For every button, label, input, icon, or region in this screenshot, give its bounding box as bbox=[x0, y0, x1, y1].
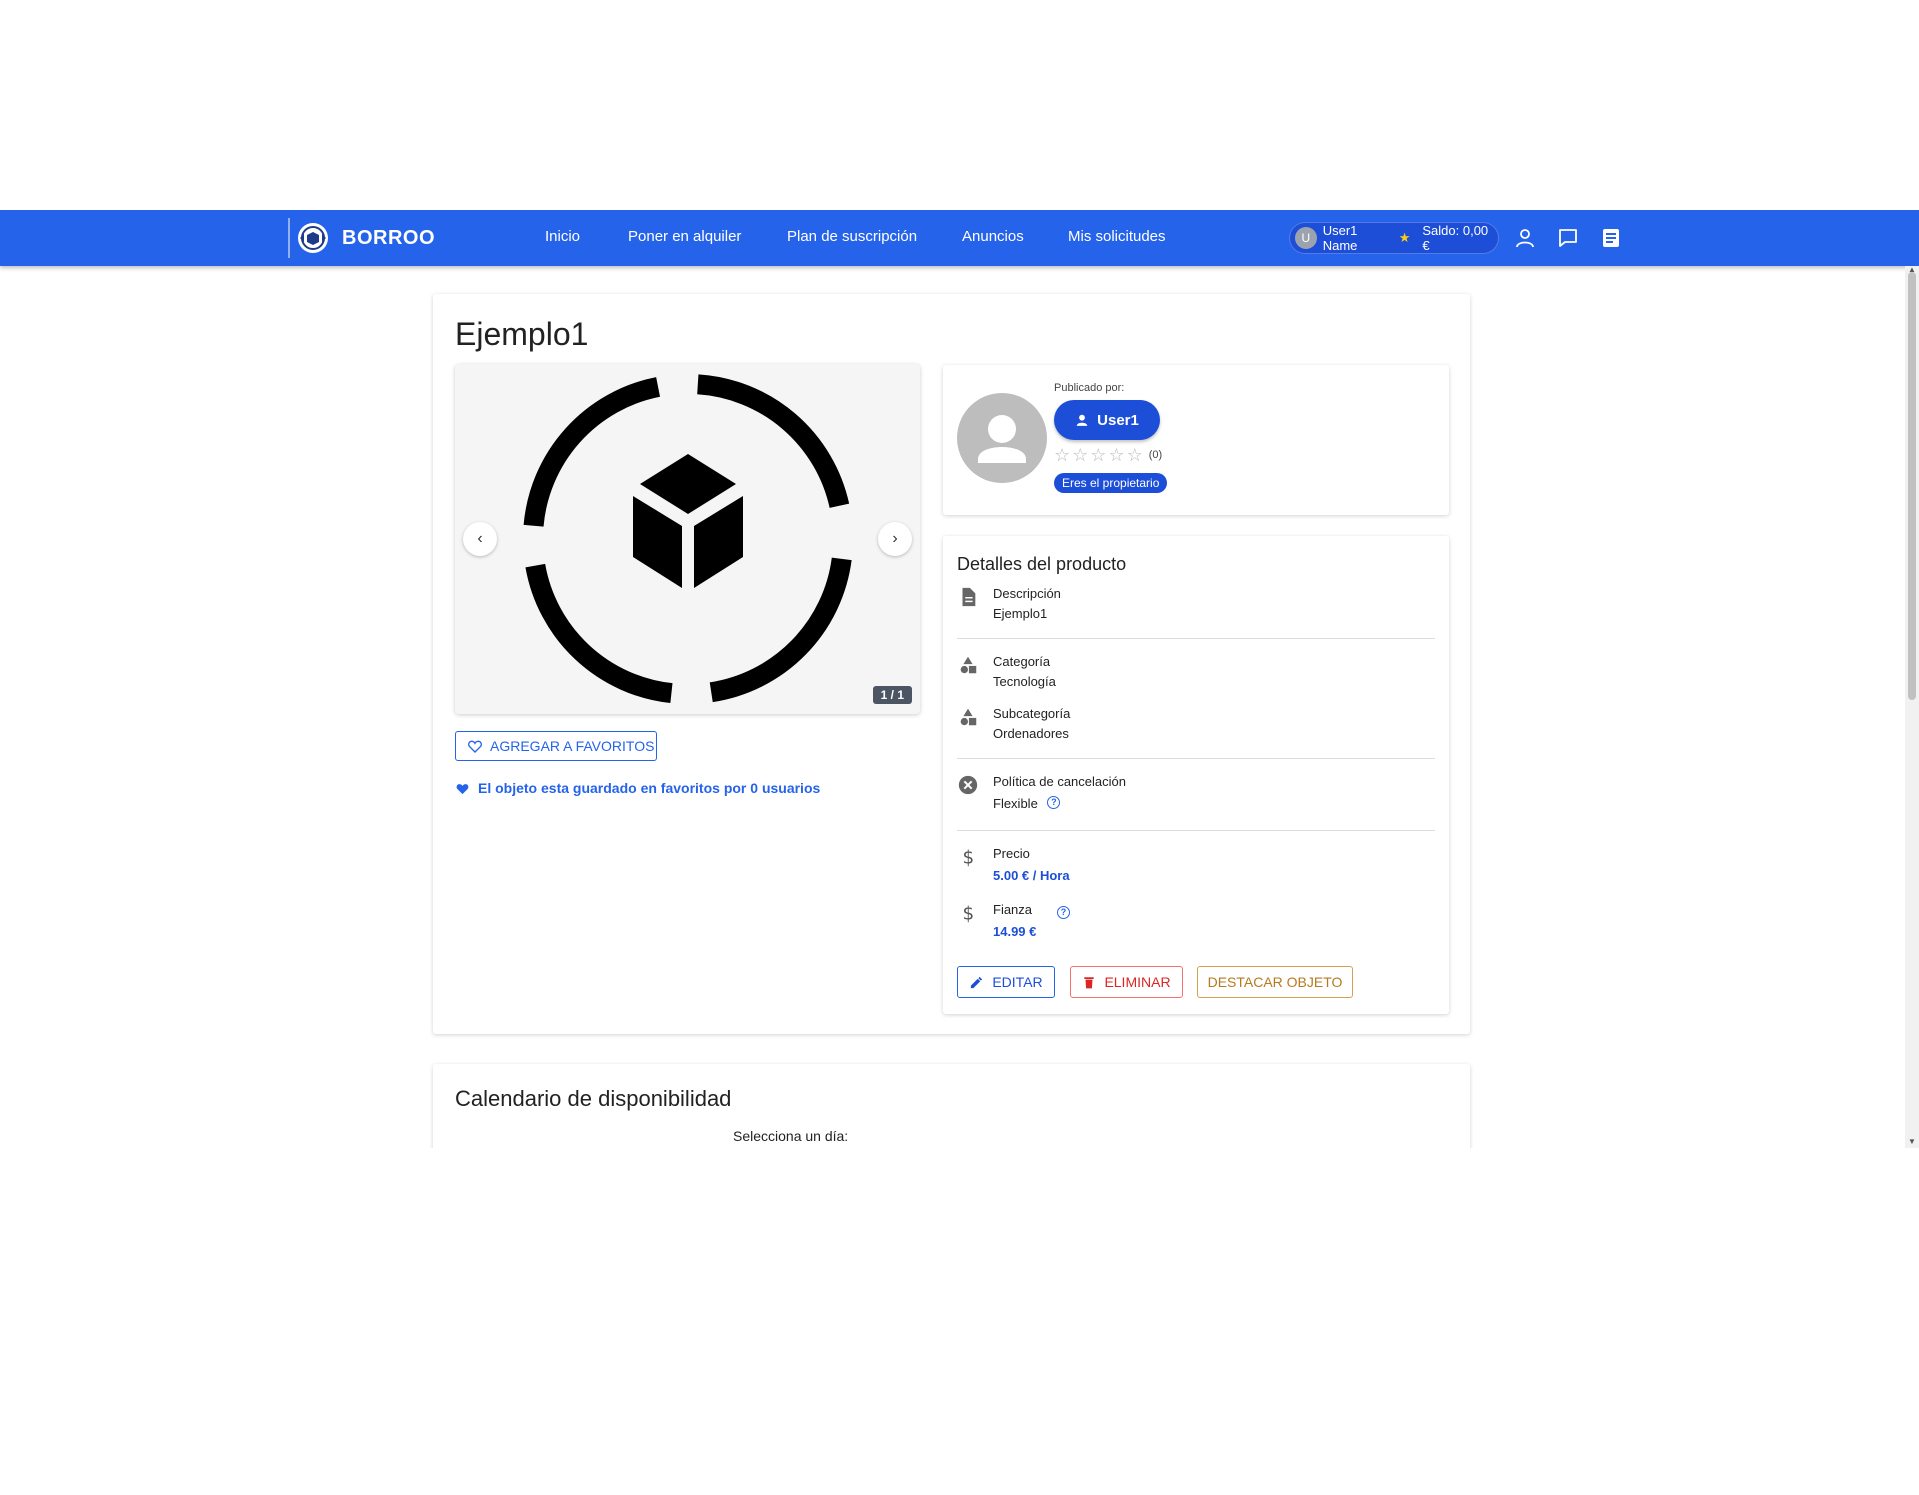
trash-icon bbox=[1084, 976, 1095, 988]
star-icon: ☆ bbox=[1108, 445, 1125, 465]
help-icon[interactable]: ? bbox=[1057, 906, 1070, 919]
user-balance-chip[interactable]: U User1 Name ★ Saldo: 0,00 € bbox=[1289, 222, 1499, 254]
nav-mis-solicitudes[interactable]: Mis solicitudes bbox=[1068, 228, 1166, 245]
product-placeholder-image bbox=[523, 374, 853, 704]
top-navbar: BORROO Inicio Poner en alquiler Plan de … bbox=[0, 210, 1919, 266]
owner-profile-button[interactable]: User1 bbox=[1054, 400, 1160, 440]
divider bbox=[957, 758, 1435, 759]
heart-filled-icon bbox=[456, 783, 469, 794]
feature-item-button[interactable]: DESTACAR OBJETO bbox=[1197, 966, 1353, 998]
user-name: User1 Name bbox=[1322, 223, 1358, 253]
nav-poner-en-alquiler[interactable]: Poner en alquiler bbox=[628, 228, 741, 245]
scroll-down-arrow-icon[interactable]: ▼ bbox=[1908, 1138, 1916, 1146]
star-icon: ☆ bbox=[1126, 445, 1143, 465]
favorite-count-note: El objeto esta guardado en favoritos por… bbox=[455, 780, 820, 796]
price-label: Precio bbox=[993, 846, 1030, 861]
subcategory-value: Ordenadores bbox=[993, 726, 1069, 741]
edit-label: EDITAR bbox=[992, 974, 1043, 990]
subcategory-label: Subcategoría bbox=[993, 706, 1071, 721]
deposit-value: 14.99 € bbox=[993, 924, 1037, 939]
nav-plan-suscripcion[interactable]: Plan de suscripción bbox=[787, 228, 917, 245]
add-favorite-label: AGREGAR A FAVORITOS bbox=[490, 738, 655, 754]
feature-item-label: DESTACAR OBJETO bbox=[1207, 974, 1343, 990]
next-image-button[interactable]: › bbox=[878, 522, 912, 556]
borroo-logo-icon bbox=[298, 223, 328, 253]
cancellation-label: Política de cancelación bbox=[993, 774, 1126, 789]
category-icon bbox=[960, 708, 977, 726]
owner-badge: Eres el propietario bbox=[1054, 473, 1168, 493]
premium-star-icon: ★ bbox=[1398, 230, 1411, 245]
document-icon[interactable] bbox=[1599, 226, 1623, 250]
category-label: Categoría bbox=[993, 654, 1051, 669]
divider bbox=[957, 830, 1435, 831]
star-icon: ☆ bbox=[1054, 445, 1071, 465]
owner-avatar bbox=[957, 393, 1047, 483]
image-counter: 1 / 1 bbox=[872, 686, 912, 704]
published-by-label: Publicado por: bbox=[1054, 382, 1125, 394]
star-icon: ☆ bbox=[1090, 445, 1107, 465]
product-details-card: Detalles del producto Descripción Ejempl… bbox=[943, 536, 1449, 1014]
cancel-circle-icon bbox=[958, 775, 978, 795]
price-row: $ Precio 5.00 € / Hora bbox=[957, 846, 1435, 890]
description-value: Ejemplo1 bbox=[993, 606, 1048, 621]
balance-text: Saldo: 0,00 € bbox=[1422, 223, 1489, 253]
description-row: Descripción Ejemplo1 bbox=[957, 586, 1435, 626]
scrollbar[interactable]: ▲ ▼ bbox=[1905, 266, 1919, 1148]
product-title: Ejemplo1 bbox=[455, 316, 589, 352]
brand-name: BORROO bbox=[342, 226, 435, 249]
nav-inicio[interactable]: Inicio bbox=[545, 228, 580, 245]
category-row: Categoría Tecnología bbox=[957, 654, 1435, 694]
subcategory-row: Subcategoría Ordenadores bbox=[957, 706, 1435, 746]
nav-anuncios[interactable]: Anuncios bbox=[962, 228, 1024, 245]
cancellation-value-wrap: Flexible ? bbox=[993, 796, 1061, 811]
delete-label: ELIMINAR bbox=[1104, 974, 1171, 990]
user-avatar: U bbox=[1295, 227, 1317, 249]
star-icon: ☆ bbox=[1072, 445, 1089, 465]
profile-icon[interactable] bbox=[1513, 226, 1537, 250]
help-icon[interactable]: ? bbox=[1047, 796, 1061, 809]
rating-count: (0) bbox=[1148, 449, 1163, 461]
dollar-icon: $ bbox=[963, 847, 975, 868]
svg-text:$: $ bbox=[963, 847, 975, 868]
heart-outline-icon bbox=[468, 740, 482, 753]
product-card: Ejemplo1 ‹ › 1 / 1 AGREGAR A FAVORITOS E… bbox=[433, 294, 1470, 1034]
description-label: Descripción bbox=[993, 586, 1061, 601]
price-value: 5.00 € / Hora bbox=[993, 868, 1070, 883]
calendar-title: Calendario de disponibilidad bbox=[455, 1086, 732, 1111]
document-icon bbox=[962, 587, 976, 607]
edit-button[interactable]: EDITAR bbox=[957, 966, 1055, 998]
prev-image-button[interactable]: ‹ bbox=[463, 522, 497, 556]
chat-icon[interactable] bbox=[1556, 226, 1580, 250]
select-day-label: Selecciona un día: bbox=[733, 1128, 849, 1144]
availability-calendar-card: Calendario de disponibilidad Selecciona … bbox=[433, 1064, 1470, 1148]
divider bbox=[957, 638, 1435, 639]
deposit-label: Fianza bbox=[993, 902, 1033, 917]
svg-text:$: $ bbox=[963, 903, 975, 924]
user-icon bbox=[1076, 414, 1088, 426]
details-title: Detalles del producto bbox=[957, 554, 1127, 574]
category-value: Tecnología bbox=[993, 674, 1056, 689]
category-icon bbox=[960, 656, 977, 674]
delete-button[interactable]: ELIMINAR bbox=[1070, 966, 1183, 998]
scrollbar-thumb[interactable] bbox=[1908, 272, 1916, 700]
owner-card: Publicado por: User1 ☆ ☆ ☆ ☆ ☆ (0) Eres … bbox=[943, 365, 1449, 515]
brand[interactable]: BORROO bbox=[288, 216, 435, 260]
favorite-count-text: El objeto esta guardado en favoritos por… bbox=[478, 780, 821, 796]
owner-username: User1 bbox=[1097, 411, 1139, 429]
browser-viewport: BORROO Inicio Poner en alquiler Plan de … bbox=[0, 210, 1919, 1148]
cancellation-value: Flexible bbox=[993, 796, 1038, 811]
image-gallery: ‹ › 1 / 1 bbox=[455, 364, 920, 714]
pencil-icon bbox=[971, 976, 983, 988]
add-favorite-button[interactable]: AGREGAR A FAVORITOS bbox=[455, 731, 657, 761]
person-icon bbox=[978, 415, 1026, 463]
deposit-row: $ Fianza ? 14.99 € bbox=[957, 902, 1435, 946]
cancellation-row: Política de cancelación Flexible ? bbox=[957, 774, 1435, 818]
dollar-icon: $ bbox=[963, 903, 975, 924]
owner-rating: ☆ ☆ ☆ ☆ ☆ (0) bbox=[1054, 446, 1162, 464]
brand-divider bbox=[288, 218, 290, 258]
